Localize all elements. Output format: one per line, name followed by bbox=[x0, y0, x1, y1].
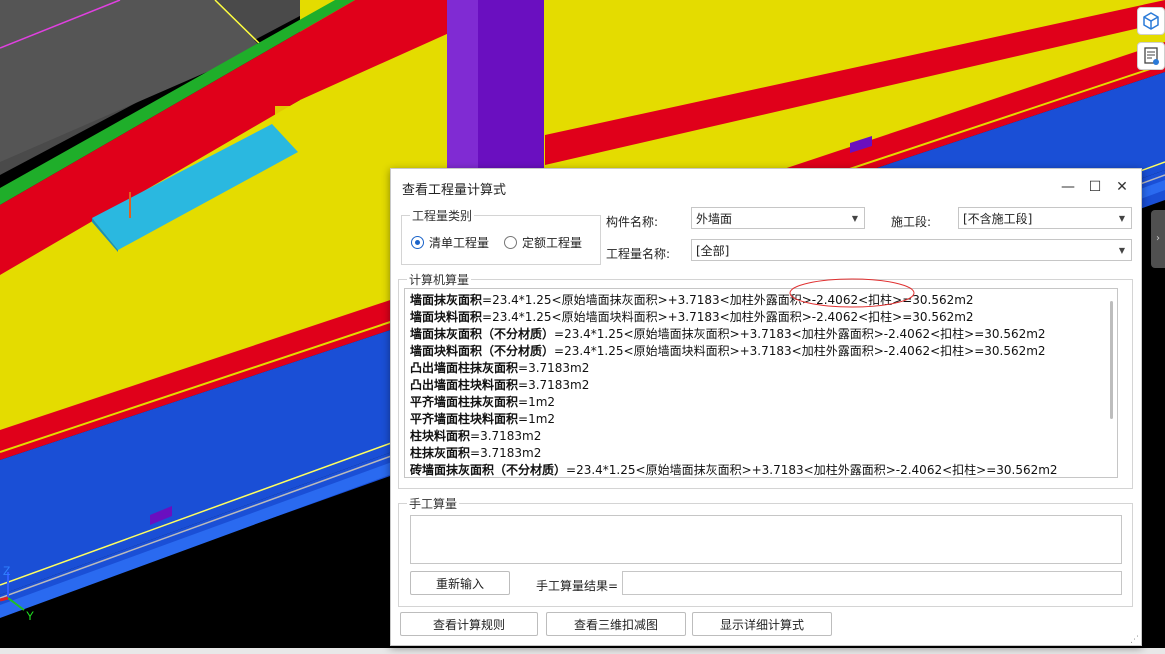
formula-lines: 墙面抹灰面积 =23.4*1.25<原始墙面抹灰面积>+3.7183<加柱外露面积… bbox=[410, 292, 1110, 477]
radio-dinge[interactable]: 定额工程量 bbox=[504, 234, 582, 251]
formula-line-formula: =23.4*1.25<原始墙面抹灰面积>+3.7183<加柱外露面积>-2.40… bbox=[566, 463, 1058, 477]
formula-line-name: 墙面块料面积 bbox=[410, 310, 483, 324]
manual-calc-group: 手工算量 重新输入 手工算量结果= bbox=[398, 495, 1133, 607]
formula-line: 墙面抹灰面积（不分材质）=23.4*1.25<原始墙面抹灰面积>+3.7183<… bbox=[410, 326, 1110, 343]
view-rules-button[interactable]: 查看计算规则 bbox=[400, 612, 538, 636]
formula-line-name: 凸出墙面柱块料面积 bbox=[410, 378, 519, 392]
resize-grip-icon[interactable]: ⋰ bbox=[1130, 635, 1139, 645]
formula-line-name: 柱块料面积 bbox=[410, 429, 471, 443]
3d-view-icon[interactable] bbox=[1137, 7, 1165, 35]
stage-label: 施工段: bbox=[891, 215, 932, 229]
qty-name-value: [全部] bbox=[696, 244, 730, 258]
component-value: 外墙面 bbox=[696, 212, 733, 226]
quantity-formula-dialog: 查看工程量计算式 — ☐ ✕ 工程量类别 清单工程量 定额工程量 构件名称: 外… bbox=[390, 168, 1142, 646]
component-select[interactable]: 外墙面 ▼ bbox=[691, 207, 865, 229]
radio-dinge-dot[interactable] bbox=[504, 236, 517, 249]
view-3d-deduction-button[interactable]: 查看三维扣减图 bbox=[546, 612, 686, 636]
reenter-button[interactable]: 重新输入 bbox=[410, 571, 510, 595]
formula-line: 平齐墙面柱块料面积=1m2 bbox=[410, 411, 1110, 428]
radio-dinge-label: 定额工程量 bbox=[522, 236, 583, 250]
component-label: 构件名称: bbox=[606, 215, 659, 229]
formula-line-name: 墙面抹灰面积（不分材质） bbox=[410, 327, 555, 341]
computer-calc-group: 计算机算量 墙面抹灰面积 =23.4*1.25<原始墙面抹灰面积>+3.7183<… bbox=[398, 271, 1133, 489]
manual-result-input[interactable] bbox=[622, 571, 1122, 595]
show-detail-formula-button[interactable]: 显示详细计算式 bbox=[692, 612, 832, 636]
radio-qingdan-label: 清单工程量 bbox=[429, 236, 490, 250]
stage-value: [不含施工段] bbox=[963, 212, 1033, 226]
highlight-ellipse bbox=[789, 278, 915, 308]
formula-line-name: 平齐墙面柱块料面积 bbox=[410, 412, 519, 426]
formula-line-name: 平齐墙面柱抹灰面积 bbox=[410, 395, 519, 409]
manual-calc-title: 手工算量 bbox=[407, 495, 460, 512]
side-collapse-tab[interactable]: › bbox=[1151, 210, 1165, 268]
formula-line: 墙面抹灰面积=23.4*1.25<原始墙面抹灰面积>+3.7183<加柱外露面积… bbox=[410, 292, 1110, 309]
axis-y-label: Y bbox=[26, 609, 34, 623]
formula-line: 柱块料面积=3.7183m2 bbox=[410, 428, 1110, 445]
quantity-category-group: 工程量类别 清单工程量 定额工程量 bbox=[401, 207, 601, 265]
formula-line-formula: =23.4*1.25<原始墙面块料面积>+3.7183<加柱外露面积>-2.40… bbox=[482, 310, 974, 324]
formula-line: 凸出墙面柱抹灰面积=3.7183m2 bbox=[410, 360, 1110, 377]
formula-line: 柱抹灰面积=3.7183m2 bbox=[410, 445, 1110, 462]
chevron-down-icon: ▼ bbox=[1118, 246, 1125, 255]
dialog-titlebar[interactable]: 查看工程量计算式 — ☐ ✕ bbox=[391, 169, 1141, 205]
radio-qingdan[interactable]: 清单工程量 bbox=[411, 234, 489, 251]
formula-line-formula: =3.7183m2 bbox=[518, 361, 590, 375]
formula-line-formula: =3.7183m2 bbox=[470, 429, 542, 443]
qty-name-select[interactable]: [全部] ▼ bbox=[691, 239, 1132, 261]
formula-line: 平齐墙面柱抹灰面积=1m2 bbox=[410, 394, 1110, 411]
formula-line-formula: =23.4*1.25<原始墙面块料面积>+3.7183<加柱外露面积>-2.40… bbox=[554, 344, 1046, 358]
formula-line: 凸出墙面柱块料面积=3.7183m2 bbox=[410, 377, 1110, 394]
dialog-title: 查看工程量计算式 bbox=[402, 183, 507, 198]
calc-formula-textbox[interactable]: 墙面抹灰面积 =23.4*1.25<原始墙面抹灰面积>+3.7183<加柱外露面积… bbox=[404, 288, 1118, 478]
vertical-scrollbar[interactable] bbox=[1110, 301, 1113, 419]
formula-line: 墙面块料面积（不分材质）=23.4*1.25<原始墙面块料面积>+3.7183<… bbox=[410, 343, 1110, 360]
quantity-category-title: 工程量类别 bbox=[410, 207, 475, 224]
formula-line: 墙面块料面积=23.4*1.25<原始墙面块料面积>+3.7183<加柱外露面积… bbox=[410, 309, 1110, 326]
report-icon[interactable] bbox=[1137, 42, 1165, 70]
formula-line-formula: =23.4*1.25<原始墙面抹灰面积>+3.7183<加柱外露面积>-2.40… bbox=[554, 327, 1046, 341]
formula-line-name: 柱抹灰面积 bbox=[410, 446, 471, 460]
stage-select[interactable]: [不含施工段] ▼ bbox=[958, 207, 1132, 229]
close-icon[interactable]: ✕ bbox=[1110, 175, 1134, 199]
computer-calc-title: 计算机算量 bbox=[407, 271, 472, 288]
formula-line: 砖墙面抹灰面积（不分材质）=23.4*1.25<原始墙面抹灰面积>+3.7183… bbox=[410, 462, 1110, 477]
qty-name-label: 工程量名称: bbox=[606, 247, 671, 261]
radio-qingdan-dot[interactable] bbox=[411, 236, 424, 249]
maximize-icon[interactable]: ☐ bbox=[1083, 175, 1107, 199]
formula-line-formula: =1m2 bbox=[518, 395, 556, 409]
manual-formula-input[interactable] bbox=[410, 515, 1122, 564]
formula-line-formula: =3.7183m2 bbox=[518, 378, 590, 392]
formula-line-name: 墙面抹灰面积 bbox=[410, 293, 483, 307]
axis-z-label: Z bbox=[3, 564, 10, 578]
manual-result-label: 手工算量结果= bbox=[536, 579, 619, 593]
status-bar bbox=[0, 648, 1165, 654]
formula-line-name: 凸出墙面柱抹灰面积 bbox=[410, 361, 519, 375]
minimize-icon[interactable]: — bbox=[1056, 175, 1080, 199]
formula-line-formula: =3.7183m2 bbox=[470, 446, 542, 460]
chevron-down-icon: ▼ bbox=[851, 214, 858, 223]
chevron-down-icon: ▼ bbox=[1118, 214, 1125, 223]
formula-line-formula: =1m2 bbox=[518, 412, 556, 426]
formula-line-name: 墙面块料面积（不分材质） bbox=[410, 344, 555, 358]
formula-line-name: 砖墙面抹灰面积（不分材质） bbox=[410, 463, 567, 477]
